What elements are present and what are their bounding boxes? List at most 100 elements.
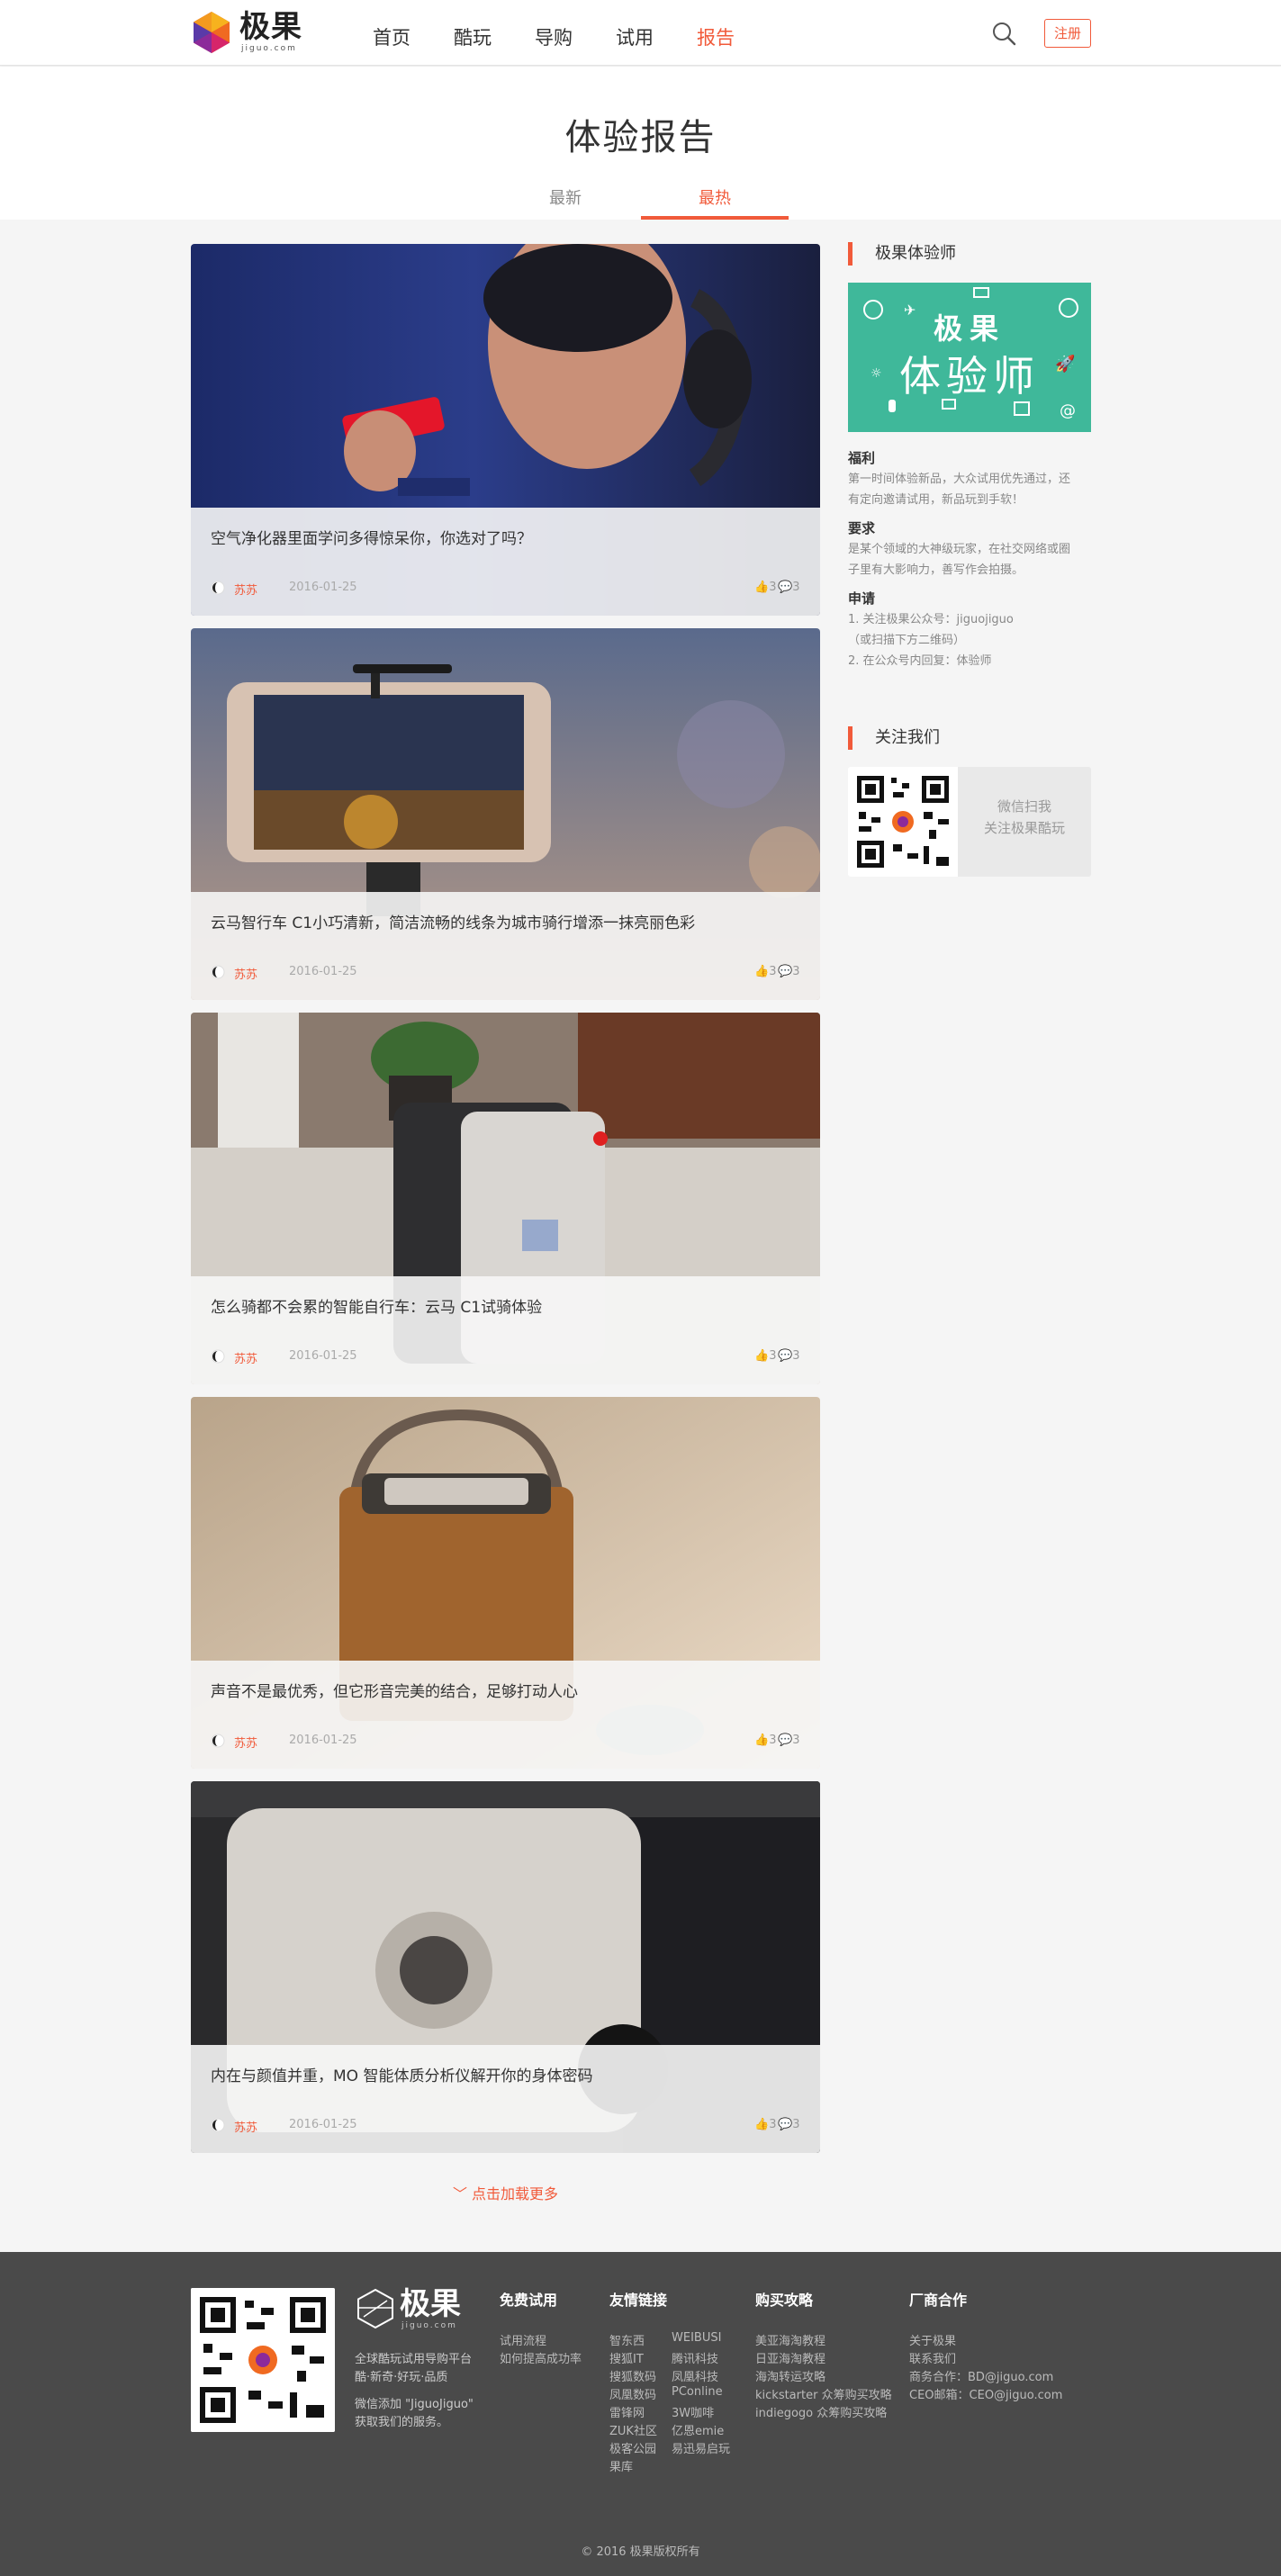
article-meta: 苏苏 2016-01-25 👍3 💬3 [211,964,800,982]
like-count-value: 3 [769,965,777,978]
footer-link[interactable]: 雷锋网 [609,2403,645,2420]
footer-link[interactable]: 凤凰数码 [609,2385,656,2402]
like-count[interactable]: 👍3 [754,2118,776,2131]
page-hero: 体验报告 最新 最热 [0,67,1281,220]
article-title[interactable]: 声音不是最优秀，但它形音完美的结合，足够打动人心 [211,1679,796,1701]
nav-trial[interactable]: 试用 [594,0,675,66]
article-card[interactable]: 空气净化器里面学问多得惊呆你，你选对了吗？ 苏苏 2016-01-25 👍3 💬… [191,244,820,616]
chevron-down-icon: ﹀ [452,2185,467,2202]
footer-col-partner-title: 厂商合作 [909,2292,968,2309]
wechat-line: 微信添加 "JiguoJiguo" [355,2398,474,2411]
perk-text-requirements: 是某个领域的大神级玩家，在社交网络或圈 子里有大影响力，善写作会拍摄。 [848,539,1096,581]
footer-link[interactable]: indiegogo 众筹购买攻略 [755,2403,887,2420]
perk-line: 是某个领域的大神级玩家，在社交网络或圈 [848,543,1071,556]
footer-link[interactable]: 亿恩emie [672,2421,724,2438]
search-icon[interactable] [990,20,1017,47]
nav-coolplay[interactable]: 酷玩 [432,0,513,66]
footer-col-trial-title: 免费试用 [500,2292,558,2309]
footer-link[interactable]: 试用流程 [500,2331,546,2348]
load-more-button[interactable]: ﹀ 点击加载更多 [191,2182,820,2203]
footer-link[interactable]: 极客公园 [609,2439,656,2456]
perk-line: （或扫描下方二维码） [848,634,966,647]
article-info: 怎么骑都不会累的智能自行车：云马 C1试骑体验 苏苏 2016-01-25 👍3… [191,1276,820,1384]
article-title[interactable]: 云马智行车 C1小巧清新，简洁流畅的线条为城市骑行增添一抹亮丽色彩 [211,910,796,932]
logo[interactable]: 极果 jiguo.com [189,7,315,58]
footer-logo[interactable]: 极果 jiguo.com [355,2288,481,2330]
article-date: 2016-01-25 [289,2118,357,2131]
footer-link[interactable]: 美亚海淘教程 [755,2331,825,2348]
article-card[interactable]: 内在与颜值并重，MO 智能体质分析仪解开你的身体密码 苏苏 2016-01-25… [191,1781,820,2153]
author-avatar-icon [211,1734,225,1748]
perk-text-benefits: 第一时间体验新品，大众试用优先通过，还 有定向邀请试用，新品玩到手软！ [848,469,1096,510]
logo-hexagon-icon [194,12,230,53]
wechat-line: 获取我们的服务。 [355,2416,449,2429]
footer-logo-hexagon-icon [357,2288,393,2329]
footer-link[interactable]: kickstarter 众筹购买攻略 [755,2385,892,2402]
like-count[interactable]: 👍3 [754,1734,776,1747]
article-title[interactable]: 怎么骑都不会累的智能自行车：云马 C1试骑体验 [211,1294,796,1317]
footer-link[interactable]: 凤凰科技 [672,2367,718,2384]
footer-link[interactable]: 搜狐IT [609,2349,644,2366]
footer-link[interactable]: 搜狐数码 [609,2367,656,2384]
like-count-value: 3 [769,1734,777,1747]
author-name[interactable]: 苏苏 [234,1349,257,1366]
footer-link[interactable]: 如何提高成功率 [500,2349,582,2366]
article-title[interactable]: 空气净化器里面学问多得惊呆你，你选对了吗？ [211,526,796,548]
article-title[interactable]: 内在与颜值并重，MO 智能体质分析仪解开你的身体密码 [211,2063,796,2085]
article-info: 声音不是最优秀，但它形音完美的结合，足够打动人心 苏苏 2016-01-25 👍… [191,1661,820,1769]
author-name[interactable]: 苏苏 [234,1734,257,1751]
comment-count[interactable]: 💬3 [778,1734,799,1747]
footer-qr-code-icon [191,2288,335,2432]
follow-caption: 微信扫我 关注极果酷玩 [958,796,1091,839]
comment-count-value: 3 [792,1349,800,1363]
comment-count[interactable]: 💬3 [778,2118,799,2131]
footer-link[interactable]: PConline [672,2385,723,2399]
comment-count[interactable]: 💬3 [778,1349,799,1363]
article-card[interactable]: 云马智行车 C1小巧清新，简洁流畅的线条为城市骑行增添一抹亮丽色彩 苏苏 201… [191,628,820,1000]
article-card[interactable]: 声音不是最优秀，但它形音完美的结合，足够打动人心 苏苏 2016-01-25 👍… [191,1397,820,1769]
footer-link[interactable]: 日亚海淘教程 [755,2349,825,2366]
article-info: 内在与颜值并重，MO 智能体质分析仪解开你的身体密码 苏苏 2016-01-25… [191,2045,820,2153]
follow-card[interactable]: 微信扫我 关注极果酷玩 [848,767,1091,877]
nav-guide[interactable]: 导购 [513,0,594,66]
comment-count[interactable]: 💬3 [778,965,799,978]
comment-count-value: 3 [792,1734,800,1747]
register-button[interactable]: 注册 [1044,19,1091,48]
footer-link[interactable]: 果库 [609,2457,633,2474]
like-count[interactable]: 👍3 [754,581,776,594]
comment-count-value: 3 [792,581,800,594]
footer-link[interactable]: 3W咖啡 [672,2403,714,2420]
tab-hottest[interactable]: 最热 [641,185,789,220]
author-name[interactable]: 苏苏 [234,965,257,982]
author-avatar-icon [211,2118,225,2132]
author-name[interactable]: 苏苏 [234,581,257,598]
comment-count-value: 3 [792,2118,800,2131]
footer-link[interactable]: CEO邮箱：CEO@jiguo.com [909,2385,1062,2402]
tab-latest[interactable]: 最新 [492,185,639,220]
nav-home[interactable]: 首页 [351,0,432,66]
author-avatar-icon [211,1349,225,1364]
footer-link[interactable]: 腾讯科技 [672,2349,718,2366]
comment-count[interactable]: 💬3 [778,581,799,594]
footer-link[interactable]: WEIBUSI [672,2331,721,2345]
load-more-label: 点击加载更多 [472,2185,559,2202]
site-footer: 极果 jiguo.com 全球酷玩试用导购平台 酷·新奇·好玩·品质 微信添加 … [0,2252,1281,2576]
footer-link[interactable]: ZUK社区 [609,2421,657,2438]
footer-link[interactable]: 商务合作：BD@jiguo.com [909,2367,1053,2384]
author-name[interactable]: 苏苏 [234,2118,257,2135]
perk-line: 2. 在公众号内回复：体验师 [848,654,992,668]
footer-link[interactable]: 易迅易启玩 [672,2439,730,2456]
page-title: 体验报告 [564,117,717,158]
nav-reports[interactable]: 报告 [675,0,756,66]
like-count-value: 3 [769,1349,777,1363]
footer-link[interactable]: 关于极果 [909,2331,956,2348]
banner-title-main: 体验师 [899,352,1040,401]
article-card[interactable]: 怎么骑都不会累的智能自行车：云马 C1试骑体验 苏苏 2016-01-25 👍3… [191,1013,820,1384]
footer-link[interactable]: 联系我们 [909,2349,956,2366]
footer-link[interactable]: 海淘转运攻略 [755,2367,825,2384]
like-count[interactable]: 👍3 [754,965,776,978]
footer-link[interactable]: 智东西 [609,2331,645,2348]
like-count[interactable]: 👍3 [754,1349,776,1363]
author-avatar-icon [211,581,225,595]
experiencer-banner[interactable]: ✈ ☼ 🚀 @ 极果 体验师 [848,283,1091,432]
